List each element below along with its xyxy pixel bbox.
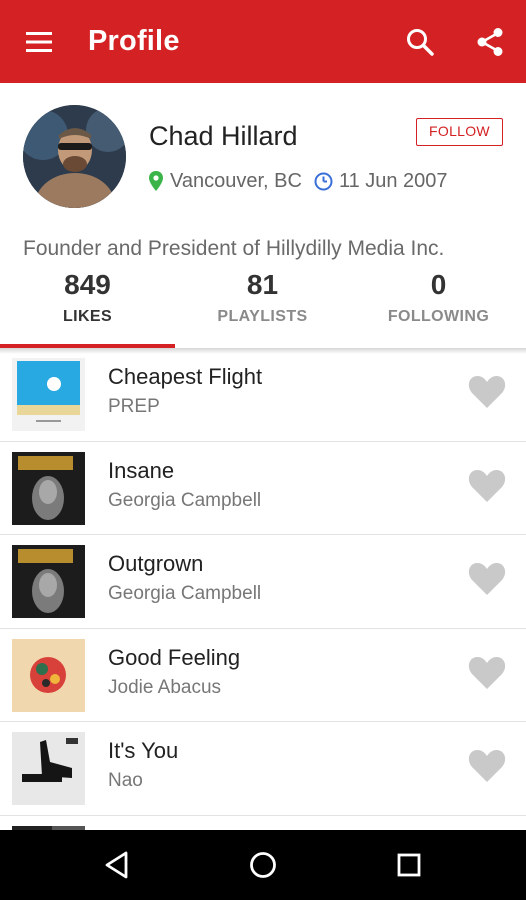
album-art	[12, 545, 85, 618]
track-title: Outgrown	[108, 551, 204, 576]
heart-icon[interactable]	[467, 655, 507, 691]
likes-count: 849	[64, 269, 111, 300]
liked-tracks-list: Cheapest Flight PREP Insane Georgia Camp…	[0, 348, 526, 830]
tabs-shadow	[0, 348, 526, 354]
profile-header: Chad Hillard FOLLOW Vancouver, BC 11 Jun…	[0, 83, 526, 348]
clock-icon	[314, 172, 333, 190]
page-title: Profile	[88, 25, 180, 57]
heart-icon[interactable]	[467, 374, 507, 410]
track-artist: PREP	[108, 396, 160, 417]
track-artist: Nao	[108, 770, 143, 791]
profile-bio: Founder and President of Hillydilly Medi…	[23, 237, 445, 260]
app-bar: Profile	[0, 0, 526, 83]
list-item[interactable]: Insane Georgia Campbell	[0, 442, 526, 535]
tab-label: FOLLOWING	[387, 308, 490, 325]
list-item[interactable]: It's You Nao	[0, 722, 526, 816]
heart-icon[interactable]	[467, 748, 507, 784]
track-artist: Georgia Campbell	[108, 583, 262, 604]
home-icon[interactable]	[248, 850, 278, 880]
track-title: Cheapest Flight	[108, 364, 263, 389]
share-icon[interactable]	[474, 26, 506, 58]
tab-following[interactable]: 0 FOLLOWING	[351, 268, 526, 348]
tab-playlists[interactable]: 81 PLAYLISTS	[175, 268, 350, 348]
profile-meta: Vancouver, BC 11 Jun 2007	[148, 169, 448, 193]
menu-icon[interactable]	[22, 28, 58, 56]
search-icon[interactable]	[404, 26, 436, 58]
location-pin-icon	[149, 171, 163, 191]
album-art	[12, 358, 85, 431]
track-title: Good Feeling	[108, 644, 241, 670]
follow-button[interactable]: FOLLOW	[416, 118, 503, 146]
tab-label: PLAYLISTS	[217, 308, 308, 325]
joined-date: 11 Jun 2007	[338, 169, 448, 192]
list-item[interactable]: Good Feeling Jodie Abacus	[0, 629, 526, 722]
heart-icon[interactable]	[467, 468, 507, 504]
album-art	[12, 451, 85, 525]
tab-label: LIKES	[62, 308, 113, 325]
profile-name: Chad Hillard	[149, 121, 298, 151]
location-text: Vancouver, BC	[170, 169, 302, 192]
album-art	[12, 732, 85, 805]
playlists-count: 81	[246, 269, 279, 300]
heart-icon[interactable]	[467, 561, 507, 597]
back-icon[interactable]	[102, 850, 132, 880]
album-art	[12, 638, 85, 712]
track-artist: Georgia Campbell	[108, 489, 262, 511]
track-title: It's You	[108, 738, 179, 763]
tab-likes[interactable]: 849 LIKES	[0, 268, 175, 348]
list-item[interactable]: Outgrown Georgia Campbell	[0, 535, 526, 629]
track-title: Insane	[108, 457, 175, 483]
profile-tabs: 849 LIKES 81 PLAYLISTS 0 FOLLOWING	[0, 268, 526, 348]
avatar[interactable]	[23, 105, 126, 208]
list-item[interactable]: Cheapest Flight PREP	[0, 348, 526, 442]
following-count: 0	[430, 269, 447, 300]
recents-icon[interactable]	[394, 850, 424, 880]
track-artist: Jodie Abacus	[108, 676, 222, 698]
list-item-partial[interactable]	[0, 816, 526, 830]
system-nav-bar	[0, 830, 526, 900]
